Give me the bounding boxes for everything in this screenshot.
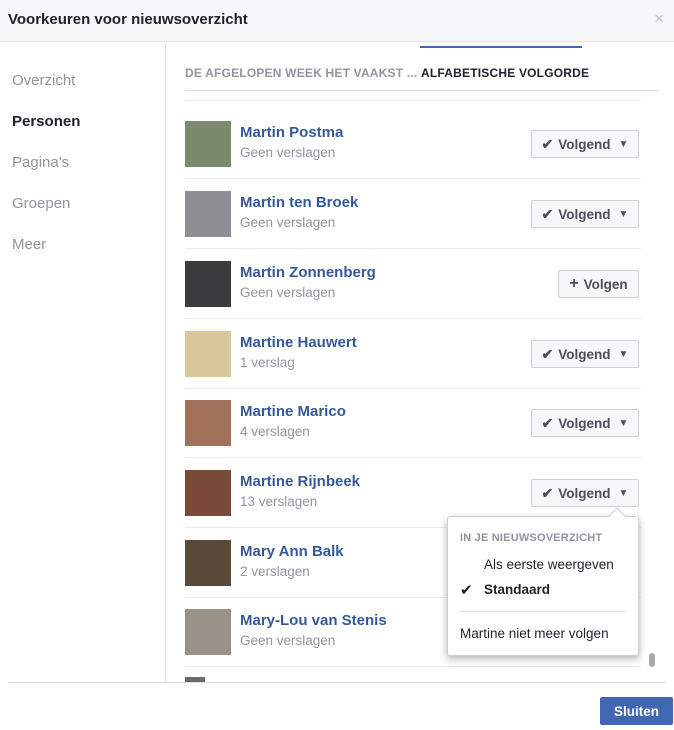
list-item-partial <box>185 91 641 101</box>
news-feed-preferences-dialog: Voorkeuren voor nieuwsoverzicht × Overzi… <box>0 0 674 730</box>
list-item: Martin Zonnenberg Geen verslagen + Volge… <box>185 249 641 319</box>
sidebar-item-paginas[interactable]: Pagina's <box>12 154 69 171</box>
check-icon: ✔ <box>541 345 554 362</box>
sidebar-item-overzicht[interactable]: Overzicht <box>12 72 75 89</box>
check-icon: ✔ <box>541 484 554 501</box>
close-icon[interactable]: × <box>654 10 664 27</box>
chevron-down-icon: ▼ <box>618 487 629 499</box>
avatar[interactable] <box>185 331 231 377</box>
person-name[interactable]: Martin Postma <box>240 124 343 141</box>
menu-item-see-first[interactable]: Als eerste weergeven <box>484 557 614 572</box>
following-button[interactable]: ✔ Volgend ▼ <box>531 409 639 437</box>
avatar[interactable] <box>185 400 231 446</box>
sidebar-item-groepen[interactable]: Groepen <box>12 195 70 212</box>
person-name[interactable]: Martine Hauwert <box>240 334 357 351</box>
following-button[interactable]: ✔ Volgend ▼ <box>531 200 639 228</box>
person-subtitle: 1 verslag <box>240 355 295 370</box>
following-label: Volgend <box>558 346 611 362</box>
dialog-footer: Sluiten <box>8 682 673 730</box>
following-options-menu: IN JE NIEUWSOVERZICHT Als eerste weergev… <box>447 507 639 656</box>
list-item: Martin Postma Geen verslagen ✔ Volgend ▼ <box>185 109 641 179</box>
close-button[interactable]: Sluiten <box>600 697 673 725</box>
avatar[interactable] <box>185 261 231 307</box>
plus-icon: + <box>569 275 579 292</box>
tab-most-frequent[interactable]: DE AFGELOPEN WEEK HET VAAKST ... <box>185 66 417 80</box>
menu-divider <box>460 611 626 612</box>
list-item-partial <box>185 667 641 682</box>
chevron-down-icon: ▼ <box>618 417 629 429</box>
following-label: Volgend <box>558 136 611 152</box>
chevron-down-icon: ▼ <box>618 208 629 220</box>
active-tab-indicator <box>420 46 582 48</box>
check-icon: ✔ <box>541 414 554 431</box>
avatar[interactable] <box>185 121 231 167</box>
list-item: Martine Marico 4 verslagen ✔ Volgend ▼ <box>185 388 641 458</box>
person-name[interactable]: Mary Ann Balk <box>240 543 344 560</box>
avatar[interactable] <box>185 540 231 586</box>
menu-heading: IN JE NIEUWSOVERZICHT <box>460 532 603 544</box>
chevron-down-icon: ▼ <box>618 348 629 360</box>
person-subtitle: 4 verslagen <box>240 424 310 439</box>
menu-item-default[interactable]: Standaard <box>484 582 550 597</box>
person-name[interactable]: Martin Zonnenberg <box>240 264 376 281</box>
person-subtitle: 13 verslagen <box>240 494 318 509</box>
sidebar-item-personen[interactable]: Personen <box>12 113 80 130</box>
scrollbar[interactable] <box>649 653 655 667</box>
following-label: Volgend <box>558 485 611 501</box>
tab-bar: DE AFGELOPEN WEEK HET VAAKST ... ALFABET… <box>185 43 659 91</box>
following-label: Volgend <box>558 415 611 431</box>
list-item: Martine Hauwert 1 verslag ✔ Volgend ▼ <box>185 319 641 389</box>
person-subtitle: 2 verslagen <box>240 564 310 579</box>
check-icon: ✔ <box>541 135 554 152</box>
person-name[interactable]: Martine Rijnbeek <box>240 473 360 490</box>
menu-item-unfollow[interactable]: Martine niet meer volgen <box>460 626 609 641</box>
sidebar-item-meer[interactable]: Meer <box>12 236 46 253</box>
following-button[interactable]: ✔ Volgend ▼ <box>531 130 639 158</box>
person-subtitle: Geen verslagen <box>240 633 336 648</box>
person-subtitle: Geen verslagen <box>240 215 336 230</box>
tab-alphabetical[interactable]: ALFABETISCHE VOLGORDE <box>421 66 589 80</box>
person-subtitle: Geen verslagen <box>240 145 336 160</box>
avatar[interactable] <box>185 191 231 237</box>
person-name[interactable]: Martine Marico <box>240 403 346 420</box>
avatar[interactable] <box>185 609 231 655</box>
follow-button[interactable]: + Volgen <box>558 270 639 298</box>
follow-label: Volgen <box>583 276 628 292</box>
chevron-down-icon: ▼ <box>618 138 629 150</box>
person-subtitle: Geen verslagen <box>240 285 336 300</box>
avatar[interactable] <box>185 470 231 516</box>
person-name[interactable]: Martin ten Broek <box>240 194 358 211</box>
following-button[interactable]: ✔ Volgend ▼ <box>531 340 639 368</box>
following-button[interactable]: ✔ Volgend ▼ <box>531 479 639 507</box>
person-name[interactable]: Mary-Lou van Stenis <box>240 612 387 629</box>
sidebar: Overzicht Personen Pagina's Groepen Meer <box>0 43 166 683</box>
check-icon: ✔ <box>460 582 473 599</box>
dialog-title: Voorkeuren voor nieuwsoverzicht <box>8 11 248 28</box>
following-label: Volgend <box>558 206 611 222</box>
check-icon: ✔ <box>541 205 554 222</box>
list-item: Martin ten Broek Geen verslagen ✔ Volgen… <box>185 179 641 249</box>
dialog-header: Voorkeuren voor nieuwsoverzicht × <box>0 0 674 42</box>
